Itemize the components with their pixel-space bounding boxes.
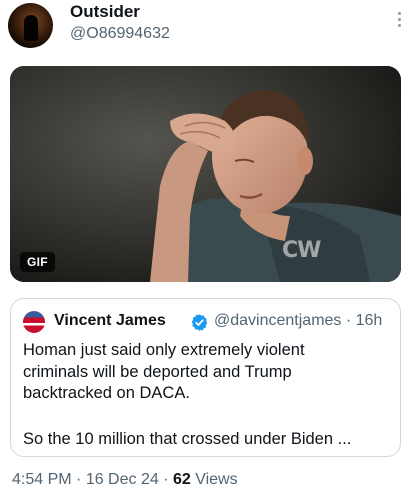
verified-badge-icon — [191, 314, 208, 331]
post-handle[interactable]: @O86994632 — [70, 25, 170, 43]
meta-separator: · — [71, 471, 86, 488]
post-avatar[interactable] — [8, 3, 53, 48]
quoted-display-name: Vincent James — [54, 312, 166, 329]
quoted-tweet-card[interactable]: Vincent James @davincentjames · 16h Homa… — [10, 298, 401, 457]
quoted-avatar — [23, 311, 45, 333]
gif-frame-illustration — [10, 66, 401, 282]
quoted-handle-time: @davincentjames · 16h — [214, 312, 383, 329]
views-label[interactable]: Views — [191, 471, 237, 488]
gif-media[interactable]: GIF — [10, 66, 401, 282]
more-options-icon[interactable] — [391, 8, 407, 30]
gif-badge: GIF — [20, 252, 55, 272]
post-metadata: 4:54 PM · 16 Dec 24 · 62 Views — [12, 471, 238, 489]
quoted-text-continued: So the 10 million that crossed under Bid… — [23, 430, 352, 448]
post-time[interactable]: 4:54 PM — [12, 471, 72, 488]
quoted-text: Homan just said only extremely violent c… — [23, 341, 305, 402]
views-count[interactable]: 62 — [173, 471, 191, 488]
avatar-silhouette — [24, 15, 38, 41]
post-display-name[interactable]: Outsider — [70, 2, 140, 22]
post-date[interactable]: 16 Dec 24 — [86, 471, 159, 488]
meta-separator: · — [158, 471, 173, 488]
cw-watermark: CW — [282, 238, 321, 263]
